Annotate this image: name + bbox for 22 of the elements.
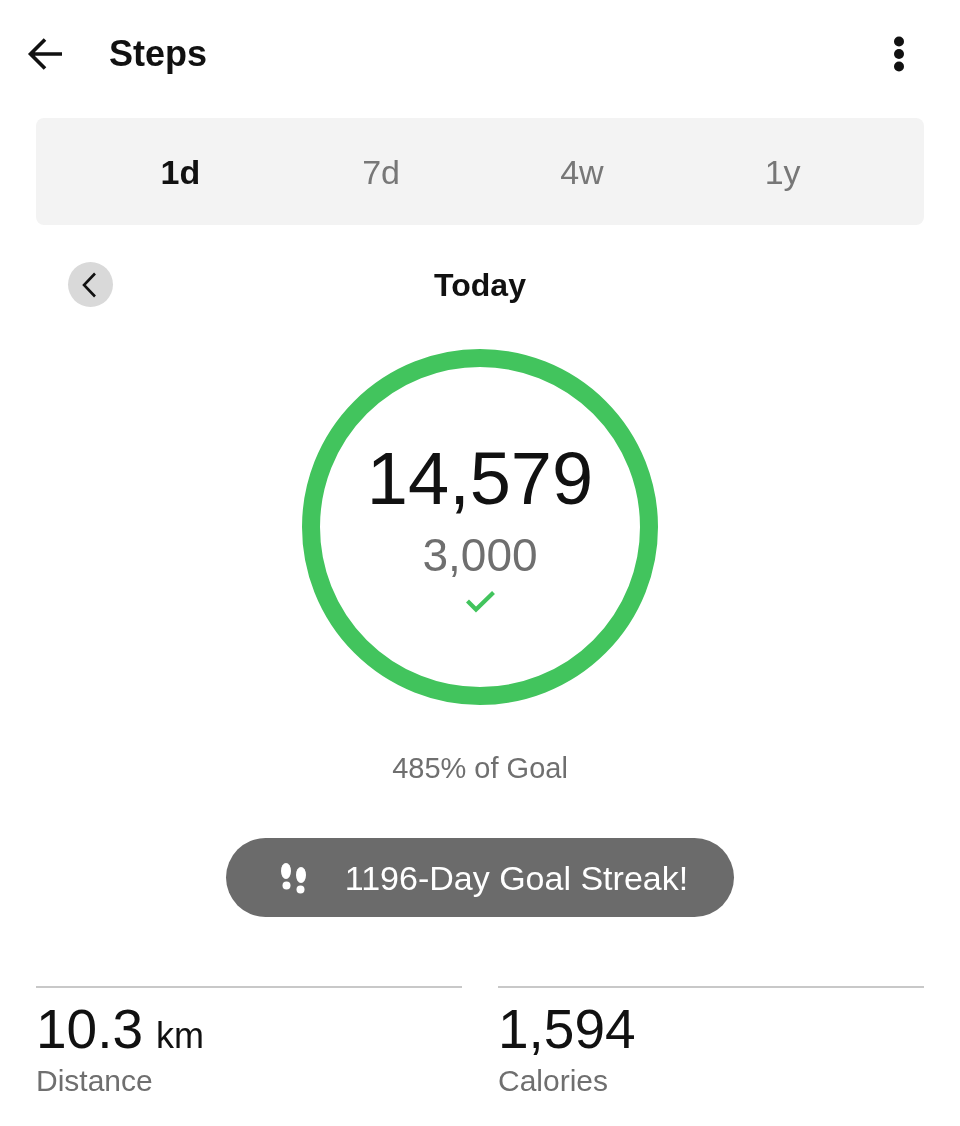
streak-text: 1196-Day Goal Streak! xyxy=(344,860,689,895)
arrow-left-icon xyxy=(27,37,63,71)
stat-label: Calories xyxy=(498,1066,609,1096)
step-count: 14,579 xyxy=(366,442,594,516)
kebab-menu-icon xyxy=(893,36,905,72)
period-tab[interactable]: 1d xyxy=(160,154,201,189)
screen-title: Steps xyxy=(109,36,208,72)
period-tab[interactable]: 4w xyxy=(560,154,604,189)
stat-label: Distance xyxy=(36,1066,153,1096)
stat-value: 1,594 xyxy=(498,1002,636,1057)
more-options-button[interactable] xyxy=(893,36,905,72)
stat-unit: km xyxy=(156,1018,205,1054)
previous-period-button[interactable] xyxy=(68,262,113,307)
back-button[interactable] xyxy=(27,37,63,71)
goal-percentage: 485% of Goal xyxy=(392,754,568,783)
period-title: Today xyxy=(434,268,526,301)
footprints-icon xyxy=(278,861,308,894)
stat-value: 10.3 xyxy=(36,1002,144,1057)
period-tab[interactable]: 7d xyxy=(362,154,401,189)
chevron-left-icon xyxy=(82,271,97,298)
step-goal: 3,000 xyxy=(422,532,538,578)
period-tab[interactable]: 1y xyxy=(764,154,801,189)
